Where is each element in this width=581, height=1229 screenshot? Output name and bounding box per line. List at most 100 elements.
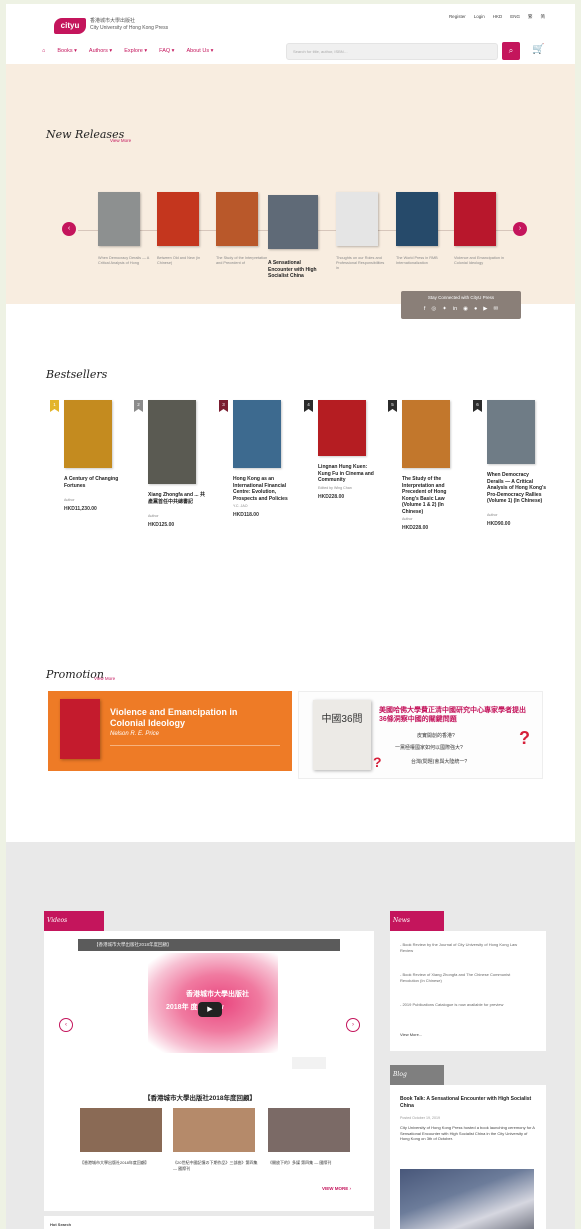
currency-select[interactable]: HKD xyxy=(493,14,503,20)
chevron-right-icon: › xyxy=(352,1022,354,1028)
new-release-book-cover[interactable] xyxy=(98,192,140,246)
promo-banner-violence[interactable]: Violence and Emancipation in Colonial Id… xyxy=(48,691,292,771)
cart-icon[interactable]: 🛒 xyxy=(532,44,544,55)
promo-banner2-q1: 皮實開創的香港? xyxy=(417,733,455,739)
bestseller-author: Author xyxy=(148,513,159,518)
facebook-icon[interactable]: f xyxy=(424,306,426,312)
weibo-icon[interactable]: ◉ xyxy=(463,306,468,312)
stay-connected-label: Stay Connected with CityU Press xyxy=(427,295,495,300)
new-release-book-cover[interactable] xyxy=(336,192,378,246)
youtube-icon[interactable]: ▶ xyxy=(483,306,487,312)
nav-authors[interactable]: Authors ▾ xyxy=(89,48,112,54)
lang-tc[interactable]: 繁 xyxy=(528,14,533,20)
chevron-left-icon: ‹ xyxy=(67,225,71,232)
bestseller-title[interactable]: Xiang Zhongfa and ... 共產黨首任中共總書記 xyxy=(148,492,208,505)
instagram-icon[interactable]: ◎ xyxy=(431,306,436,312)
new-release-caption[interactable]: Thoughts on our Roles and Professional R… xyxy=(336,256,388,271)
nav-books[interactable]: Books ▾ xyxy=(57,48,77,54)
search-input[interactable]: Search for title, author, ISBN… xyxy=(286,43,498,60)
new-releases-view-more[interactable]: View More xyxy=(110,138,131,143)
carousel-next-button[interactable]: › xyxy=(513,222,527,236)
bestsellers-title: Bestsellers xyxy=(46,368,108,381)
video-thumbnail-caption[interactable]: 《開放下的》多媒 第四集 — 國際刊 xyxy=(268,1160,356,1166)
videos-view-more[interactable]: VIEW MORE › xyxy=(322,1186,351,1191)
hot-search-title: Hot Search xyxy=(50,1222,72,1227)
bestseller-book-cover[interactable] xyxy=(318,400,366,456)
nav-faq[interactable]: FAQ ▾ xyxy=(159,48,174,54)
new-release-caption[interactable]: When Democracy Derails — A Critical Anal… xyxy=(98,256,150,266)
bestseller-book-cover[interactable] xyxy=(148,400,196,484)
new-release-book-cover[interactable] xyxy=(396,192,438,246)
news-view-more[interactable]: View More... xyxy=(400,1032,530,1038)
login-link[interactable]: Login xyxy=(474,14,485,20)
bestseller-author: Author xyxy=(64,497,75,502)
video-player[interactable]: 【香港城市大學出版社2018年度回顧】 香港城市大學出版社 2018年 度 Re… xyxy=(78,939,340,1079)
bestseller-book-cover[interactable] xyxy=(233,400,281,468)
search-button[interactable]: ⌕ xyxy=(502,42,520,60)
nav-books-label: Books xyxy=(57,48,73,54)
news-item[interactable]: - Book Review of Xiang Zhongfa and The C… xyxy=(400,972,530,983)
new-release-caption[interactable]: Violence and Emancipation in Colonial Id… xyxy=(454,256,506,266)
search-icon: ⌕ xyxy=(508,46,514,55)
promo-banner-china36[interactable]: 中國36問 美國哈佛大學費正清中國研究中心專家學者提出36條洞察中國的關鍵問題 … xyxy=(298,691,543,779)
site-logo[interactable]: cityu xyxy=(54,18,86,34)
lang-eng[interactable]: ENG xyxy=(510,14,520,20)
blog-post-title[interactable]: Book Talk: A Sensational Encounter with … xyxy=(400,1096,536,1109)
news-item[interactable]: - Book Review by the Journal of City Uni… xyxy=(400,942,530,953)
nav-authors-label: Authors xyxy=(88,48,108,54)
new-release-book-cover[interactable] xyxy=(268,195,318,249)
nav-about[interactable]: About Us ▾ xyxy=(186,48,213,54)
video-thumbnail[interactable] xyxy=(268,1108,350,1152)
videos-view-more-label: VIEW MORE xyxy=(322,1186,349,1191)
new-release-book-cover[interactable] xyxy=(216,192,258,246)
bestseller-title[interactable]: When Democracy Derails — A Critical Anal… xyxy=(487,472,547,505)
top-links: Register Login HKD ENG 繁 简 xyxy=(449,14,545,20)
blog-post-body: City University of Hong Kong Press hoste… xyxy=(400,1125,535,1142)
wechat-icon[interactable]: ● xyxy=(474,306,477,312)
bestseller-book-cover[interactable] xyxy=(487,400,535,464)
rank-badge: 5 xyxy=(388,400,397,412)
news-item[interactable]: - 2019 Publications Catalogue is now ava… xyxy=(400,1002,530,1008)
bestseller-price: HKD125.00 xyxy=(148,521,175,528)
new-release-book-cover[interactable] xyxy=(157,192,199,246)
bestseller-book-cover[interactable] xyxy=(402,400,450,468)
bestseller-title[interactable]: A Century of Changing Fortunes xyxy=(64,476,124,489)
new-release-caption[interactable]: Between Old and New (in Chinese) xyxy=(157,256,209,266)
video-thumbnail[interactable] xyxy=(80,1108,162,1152)
nav-explore[interactable]: Explore ▾ xyxy=(124,48,147,54)
register-link[interactable]: Register xyxy=(449,14,466,20)
new-release-caption[interactable]: The Study of the Interpretation and Prec… xyxy=(216,256,268,266)
video-prev-button[interactable]: ‹ xyxy=(59,1018,73,1032)
video-thumbnail[interactable] xyxy=(173,1108,255,1152)
bestseller-book-cover[interactable] xyxy=(64,400,112,468)
lang-sc[interactable]: 简 xyxy=(541,14,546,20)
rank-badge: 2 xyxy=(134,400,143,412)
bestseller-title[interactable]: Hong Kong as an International Financial … xyxy=(233,476,293,502)
rank-badge: 1 xyxy=(50,400,59,412)
bestseller-price: HKD118.00 xyxy=(233,512,259,518)
new-release-caption[interactable]: A Sensational Encounter with High Social… xyxy=(268,260,320,280)
message-icon[interactable]: ✉ xyxy=(494,306,499,312)
video-thumbnail-caption[interactable]: 【香港城市大學出版社2018年度回顧】 xyxy=(80,1160,168,1166)
play-button[interactable]: ▶ xyxy=(198,1002,222,1017)
question-mark-icon: ? xyxy=(373,754,382,770)
video-splash-line1: 香港城市大學出版社 xyxy=(186,991,249,998)
new-release-book-cover[interactable] xyxy=(454,192,496,246)
bestseller-price: HKD228.00 xyxy=(318,493,345,500)
main-nav: ⌂ Books ▾ Authors ▾ Explore ▾ FAQ ▾ Abou… xyxy=(42,48,213,54)
linkedin-icon[interactable]: in xyxy=(453,306,457,312)
bestseller-price: HKD228.00 xyxy=(402,525,429,531)
bestseller-price: HKD90.00 xyxy=(487,521,511,527)
twitter-icon[interactable]: ✦ xyxy=(442,306,447,312)
carousel-prev-button[interactable]: ‹ xyxy=(62,222,76,236)
social-icons: f ◎ ✦ in ◉ ● ▶ ✉ xyxy=(401,306,521,312)
video-next-button[interactable]: › xyxy=(346,1018,360,1032)
play-icon: ▶ xyxy=(207,1006,213,1013)
bestseller-title[interactable]: The Study of the Interpretation and Prec… xyxy=(402,476,462,515)
home-icon[interactable]: ⌂ xyxy=(42,48,45,54)
bestseller-title[interactable]: Lingnan Hung Kuen: Kung Fu in Cinema and… xyxy=(318,464,378,484)
video-thumbnail-caption[interactable]: 《20世紀中國記憶の下期作品》三部曲》第四集 — 國際刊 xyxy=(173,1160,261,1171)
promotion-view-more[interactable]: View More xyxy=(94,676,115,681)
blog-post-photo[interactable] xyxy=(400,1169,534,1229)
new-release-caption[interactable]: The World Press in RMB Internationalizat… xyxy=(396,256,448,266)
